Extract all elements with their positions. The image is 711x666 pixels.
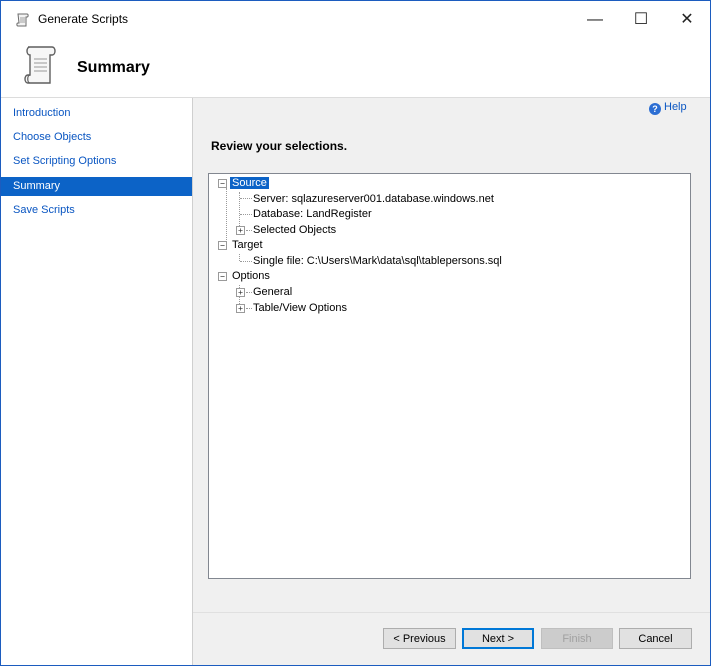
- tree-node-selected-objects[interactable]: Selected Objects: [253, 223, 336, 237]
- title-bar[interactable]: Generate Scripts — ☐ ✕: [1, 1, 710, 39]
- tree-connector: [240, 214, 252, 215]
- tree-node-table-view-options[interactable]: Table/View Options: [253, 301, 347, 315]
- tree-connector: [239, 254, 240, 261]
- sidebar-item-introduction[interactable]: Introduction: [1, 104, 192, 123]
- window-title: Generate Scripts: [38, 12, 129, 26]
- sidebar-item-choose-objects[interactable]: Choose Objects: [1, 128, 192, 147]
- page-title: Summary: [77, 59, 150, 76]
- tree-node-general[interactable]: General: [253, 285, 292, 299]
- tree-node-server[interactable]: Server: sqlazureserver001.database.windo…: [253, 192, 494, 206]
- divider: [193, 612, 710, 613]
- maximize-button[interactable]: ☐: [618, 1, 664, 39]
- tree-connector: [246, 308, 252, 309]
- tree-node-source-label: Source: [230, 177, 269, 189]
- wizard-sidebar: Introduction Choose Objects Set Scriptin…: [1, 98, 193, 665]
- help-link[interactable]: ? Help: [649, 101, 687, 115]
- tree-connector: [226, 188, 227, 244]
- tree-connector: [246, 292, 252, 293]
- review-heading: Review your selections.: [211, 139, 348, 153]
- sidebar-item-summary[interactable]: Summary: [1, 177, 192, 196]
- minimize-button[interactable]: —: [572, 1, 618, 39]
- cancel-button[interactable]: Cancel: [619, 628, 692, 649]
- summary-tree[interactable]: − Source Server: sqlazureserver001.datab…: [208, 173, 691, 579]
- close-button[interactable]: ✕: [664, 1, 710, 39]
- tree-node-target[interactable]: Target: [232, 238, 263, 252]
- tree-connector: [246, 230, 252, 231]
- sidebar-item-save-scripts[interactable]: Save Scripts: [1, 201, 192, 220]
- tree-connector: [240, 261, 252, 262]
- scroll-icon: [16, 13, 29, 27]
- collapse-toggle[interactable]: −: [218, 179, 227, 188]
- tree-node-source[interactable]: Source: [230, 176, 269, 190]
- next-button[interactable]: Next >: [462, 628, 534, 649]
- expand-toggle[interactable]: +: [236, 304, 245, 313]
- help-label: Help: [664, 101, 687, 113]
- tree-node-options[interactable]: Options: [232, 269, 270, 283]
- sidebar-item-set-scripting-options[interactable]: Set Scripting Options: [1, 152, 192, 171]
- help-icon: ?: [649, 103, 661, 115]
- tree-node-single-file[interactable]: Single file: C:\Users\Mark\data\sql\tabl…: [253, 254, 502, 268]
- page-header: Summary: [1, 39, 710, 98]
- finish-button[interactable]: Finish: [541, 628, 613, 649]
- scroll-icon: [24, 46, 56, 84]
- tree-connector: [240, 198, 252, 199]
- collapse-toggle[interactable]: −: [218, 241, 227, 250]
- tree-node-database[interactable]: Database: LandRegister: [253, 207, 372, 221]
- previous-button[interactable]: < Previous: [383, 628, 456, 649]
- expand-toggle[interactable]: +: [236, 226, 245, 235]
- expand-toggle[interactable]: +: [236, 288, 245, 297]
- collapse-toggle[interactable]: −: [218, 272, 227, 281]
- generate-scripts-window: Generate Scripts — ☐ ✕ Summary Introduct…: [0, 0, 711, 666]
